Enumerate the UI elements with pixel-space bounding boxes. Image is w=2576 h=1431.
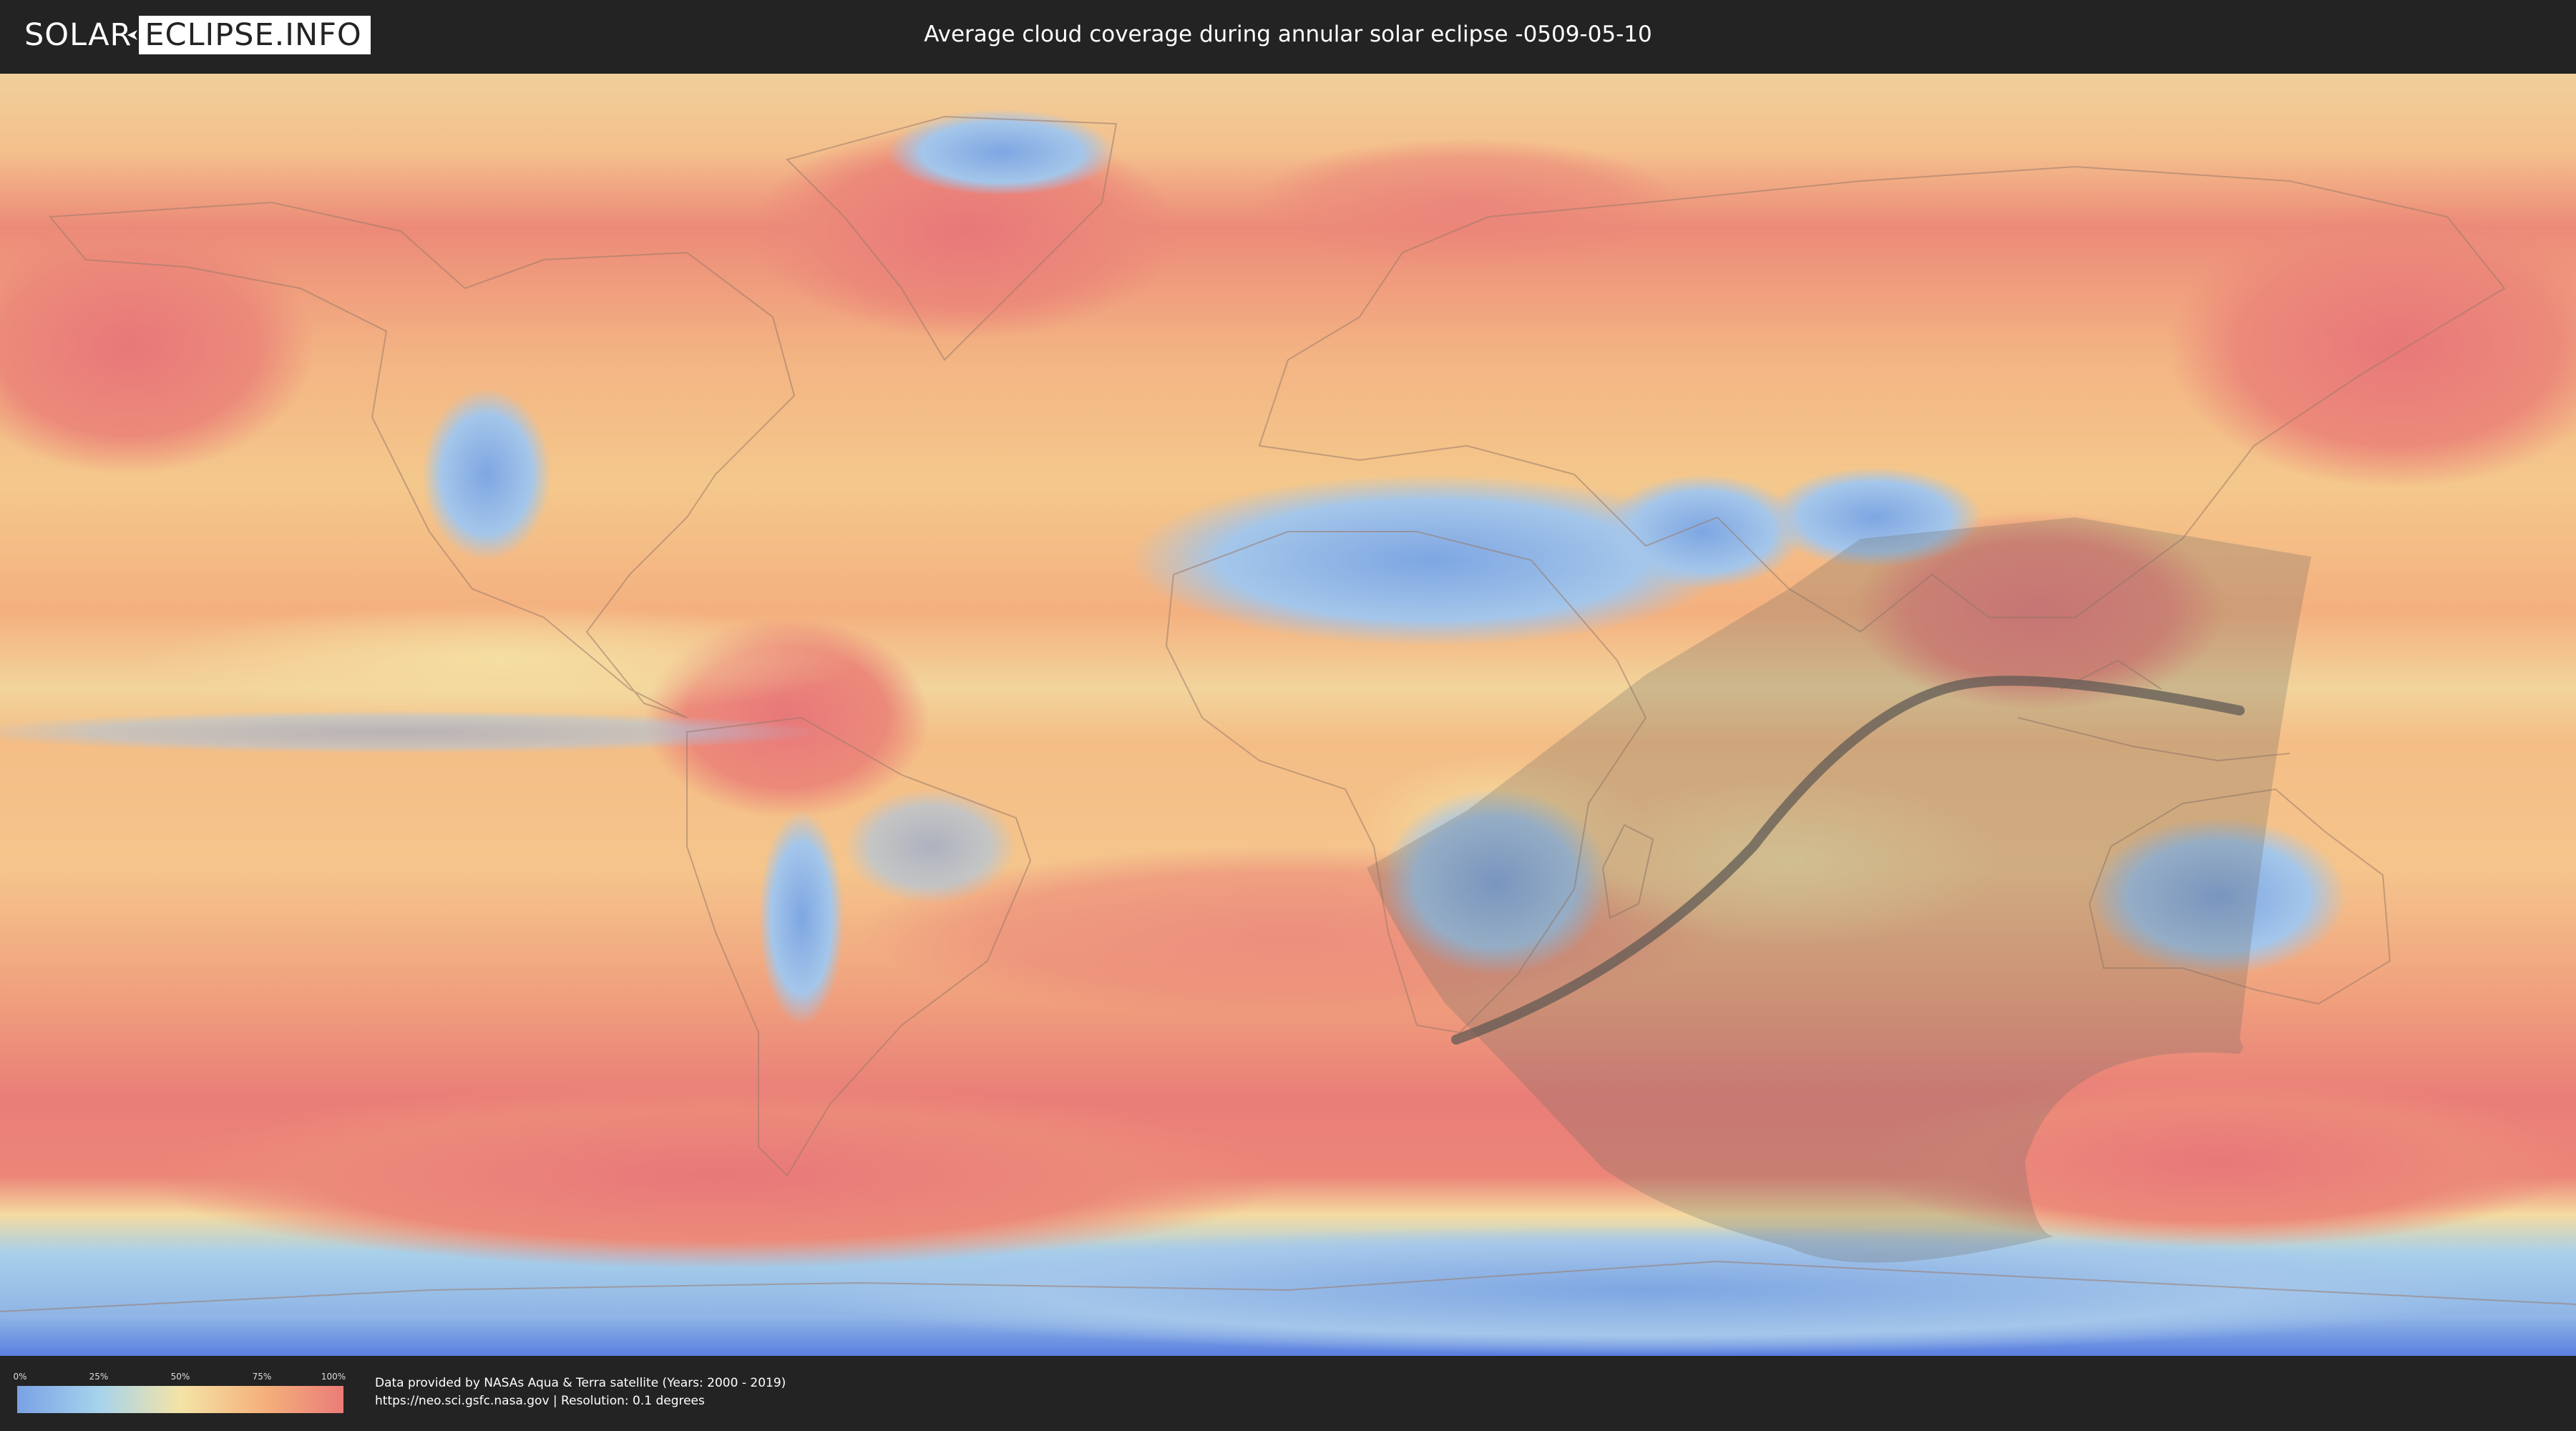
page-title: Average cloud coverage during annular so… — [924, 21, 1652, 47]
data-credit: Data provided by NASAs Aqua & Terra sate… — [375, 1374, 786, 1410]
footer-bar: 0% 25% 50% 75% 100% Data provided by NAS… — [0, 1356, 2576, 1431]
cloud-coverage-map[interactable] — [0, 74, 2576, 1356]
credit-line-1: Data provided by NASAs Aqua & Terra sate… — [375, 1376, 786, 1390]
legend-color-scale — [17, 1386, 343, 1413]
world-map-svg — [0, 74, 2576, 1356]
credit-line-2[interactable]: https://neo.sci.gsfc.nasa.gov | Resoluti… — [375, 1392, 786, 1410]
header-bar: SOLAR ECLIPSE.INFO Average cloud coverag… — [0, 0, 2576, 74]
cloud-coverage-legend: 0% 25% 50% 75% 100% — [13, 1372, 346, 1415]
legend-tick-25: 25% — [89, 1372, 109, 1382]
legend-tick-75: 75% — [252, 1372, 272, 1382]
legend-tick-0: 0% — [13, 1372, 27, 1382]
legend-tick-50: 50% — [170, 1372, 190, 1382]
legend-tick-100: 100% — [321, 1372, 346, 1382]
